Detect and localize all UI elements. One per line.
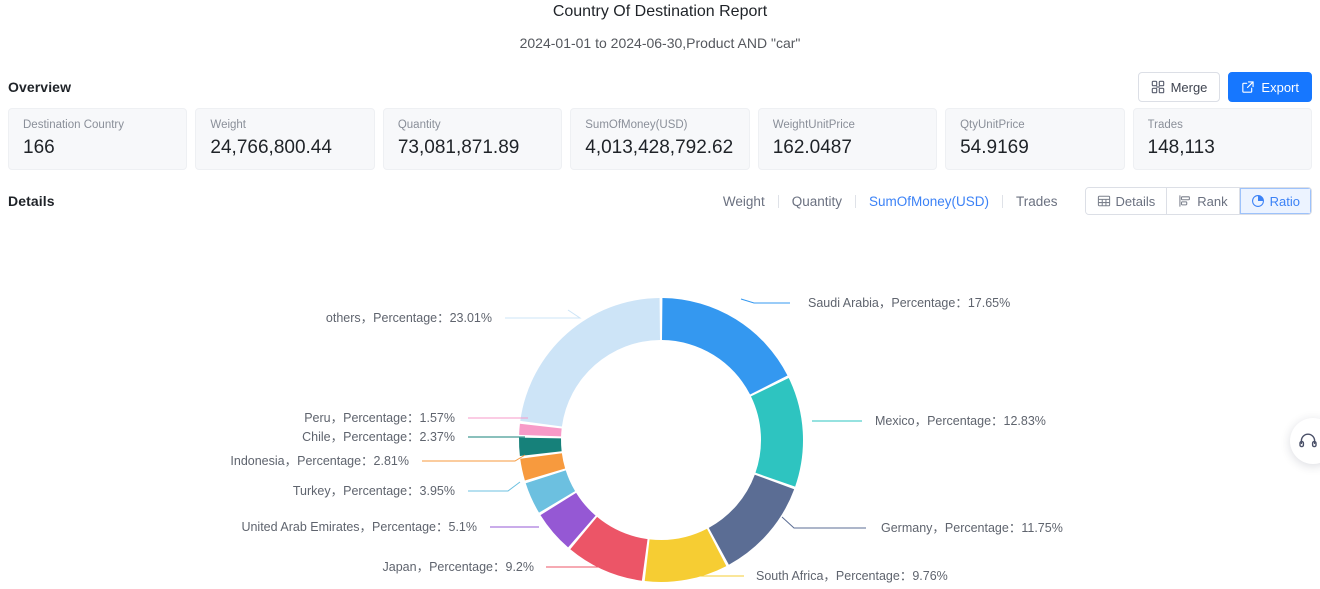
pie-chart-icon: [1251, 194, 1265, 208]
donut-slice[interactable]: [662, 298, 788, 395]
view-mode-details-label: Details: [1115, 193, 1156, 209]
overview-label: Overview: [8, 79, 72, 95]
slice-label: South Africa，Percentage：9.76%: [756, 569, 948, 583]
metric-link-trades[interactable]: Trades: [1003, 194, 1071, 209]
view-mode-group: Details Rank Ratio: [1084, 187, 1312, 215]
details-controls: Weight Quantity SumOfMoney(USD) Trades D…: [710, 187, 1312, 215]
slice-label: others，Percentage：23.01%: [326, 311, 492, 325]
export-button[interactable]: Export: [1228, 72, 1312, 102]
stat-card-value: 24,766,800.44: [210, 137, 332, 158]
stat-card-label: Weight: [210, 119, 247, 131]
donut-slices: [519, 298, 803, 582]
export-external-link-icon: [1241, 80, 1255, 94]
table-icon: [1097, 194, 1111, 208]
headset-icon: [1299, 433, 1317, 448]
stat-card: WeightUnitPrice 162.0487: [757, 108, 938, 170]
stat-card-value: 54.9169: [960, 137, 1029, 158]
slice-label: Japan，Percentage：9.2%: [383, 560, 534, 574]
slice-label: Mexico，Percentage：12.83%: [875, 414, 1046, 428]
merge-grid-icon: [1151, 80, 1165, 94]
overview-bar: Overview Merge Export: [0, 70, 1320, 104]
metric-link-weight[interactable]: Weight: [710, 194, 778, 209]
stat-card: QtyUnitPrice 54.9169: [945, 108, 1125, 170]
view-mode-rank[interactable]: Rank: [1167, 188, 1240, 214]
slice-label: Turkey，Percentage：3.95%: [293, 484, 455, 498]
stat-card-list: Destination Country 166 Weight 24,766,80…: [0, 108, 1320, 170]
view-mode-rank-label: Rank: [1197, 193, 1228, 209]
leader-line: [505, 309, 582, 319]
view-mode-details[interactable]: Details: [1085, 188, 1168, 214]
stat-card: Destination Country 166: [8, 108, 188, 170]
slice-label: Chile，Percentage：2.37%: [302, 430, 455, 444]
merge-button-label: Merge: [1170, 79, 1208, 95]
export-button-label: Export: [1261, 79, 1299, 95]
page-subtitle: 2024-01-01 to 2024-06-30,Product AND "ca…: [519, 35, 801, 51]
metric-link-quantity[interactable]: Quantity: [779, 194, 855, 209]
stat-card-label: WeightUnitPrice: [772, 119, 855, 131]
slice-label: United Arab Emirates，Percentage：5.1%: [241, 520, 477, 534]
bar-chart-icon: [1178, 194, 1192, 208]
slice-label: Peru，Percentage：1.57%: [304, 411, 455, 425]
stat-card-value: 148,113: [1147, 137, 1215, 158]
leader-line: [468, 481, 521, 492]
donut-slice[interactable]: [519, 437, 562, 456]
stat-card-label: Quantity: [397, 119, 441, 131]
leader-line: [422, 454, 526, 462]
stat-card: Trades 148,113: [1132, 108, 1312, 170]
slice-label: Saudi Arabia，Percentage：17.65%: [808, 296, 1010, 310]
metric-link-sumofmoney[interactable]: SumOfMoney(USD): [856, 194, 1002, 209]
stat-card-value: 166: [23, 137, 55, 158]
stat-card-value: 4,013,428,792.62: [585, 137, 734, 158]
stat-card: SumOfMoney(USD) 4,013,428,792.62: [570, 108, 750, 170]
view-mode-ratio-label: Ratio: [1269, 193, 1300, 209]
page-title: Country Of Destination Report: [552, 3, 768, 20]
metric-link-group: Weight Quantity SumOfMoney(USD) Trades: [710, 194, 1071, 209]
details-label: Details: [8, 193, 55, 209]
donut-chart-svg: Saudi Arabia，Percentage：17.65% Mexico，Per…: [230, 296, 1063, 583]
merge-button[interactable]: Merge: [1137, 72, 1221, 102]
stat-card: Quantity 73,081,871.89: [382, 108, 563, 170]
overview-actions: Merge Export: [1137, 72, 1312, 102]
stat-card: Weight 24,766,800.44: [195, 108, 375, 170]
ratio-donut-chart: Saudi Arabia，Percentage：17.65% Mexico，Per…: [0, 236, 1320, 589]
stat-card-value: 162.0487: [772, 137, 852, 158]
leader-line: [781, 516, 866, 529]
stat-card-value: 73,081,871.89: [397, 137, 520, 158]
stat-card-label: Trades: [1147, 119, 1183, 131]
report-page: Country Of Destination Report 2024-01-01…: [0, 0, 1320, 589]
stat-card-label: QtyUnitPrice: [960, 119, 1025, 131]
donut-slice[interactable]: [708, 474, 795, 565]
slice-label: Indonesia，Percentage：2.81%: [230, 454, 409, 468]
details-bar: Details Weight Quantity SumOfMoney(USD) …: [0, 186, 1320, 216]
donut-slice[interactable]: [520, 298, 660, 427]
view-mode-ratio[interactable]: Ratio: [1239, 188, 1311, 214]
slice-label: Germany，Percentage：11.75%: [881, 521, 1063, 535]
donut-slice[interactable]: [750, 378, 803, 487]
stat-card-label: SumOfMoney(USD): [585, 119, 688, 131]
leader-line: [740, 298, 790, 304]
stat-card-label: Destination Country: [23, 119, 124, 131]
